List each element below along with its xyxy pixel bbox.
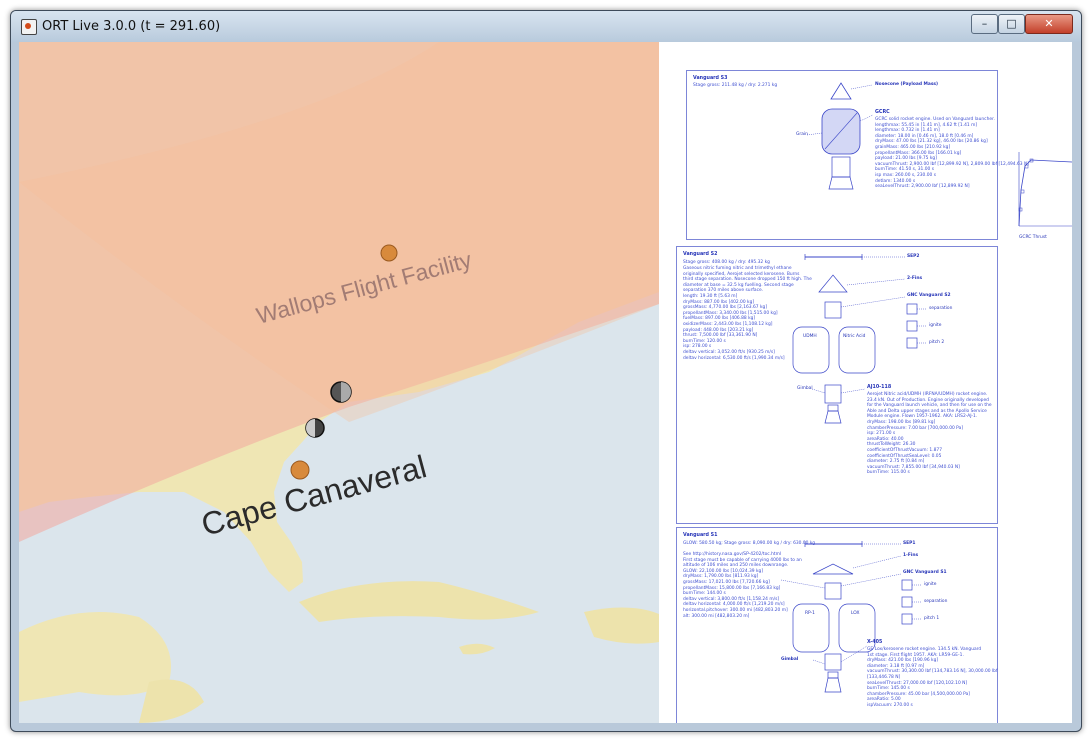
gcrc-specs: GCRC solid rocket engine. Used on Vangua… (875, 117, 1029, 190)
stage-2-panel[interactable]: Vanguard S2 Stage gross: 408.00 kg / dry… (676, 246, 998, 524)
content-area: Wallops Flight Facility Cape Canaveral V… (19, 42, 1072, 723)
title-bar[interactable]: ORT Live 3.0.0 (t = 291.60) – □ ✕ (11, 11, 1081, 42)
stage-2-drawing (792, 254, 927, 424)
gcrc-title: GCRC (875, 110, 890, 115)
app-window: ORT Live 3.0.0 (t = 291.60) – □ ✕ Wallop… (10, 10, 1082, 732)
s1-ignite-label: ignite (924, 582, 937, 587)
gcrc-thrust-label: GCRC Thrust (1019, 235, 1047, 240)
s2-ignite-label: ignite (929, 323, 942, 328)
x405-title: X-405 (867, 640, 883, 645)
s1-gimbal-label: Gimbal (781, 657, 799, 662)
gnc-s2-label: GNC Vanguard S2 (907, 293, 951, 298)
stage-diagram-pane[interactable]: Vanguard S3 Stage gross: 211.48 kg / dry… (659, 42, 1072, 723)
s1-separation-label: separation (924, 599, 948, 604)
cape-canaveral-marker[interactable] (290, 460, 310, 480)
sep1-label: SEP1 (903, 541, 916, 546)
lox-tank-label: LOX (851, 611, 860, 616)
map-view[interactable]: Wallops Flight Facility Cape Canaveral (19, 42, 659, 723)
sep2-label: SEP2 (907, 254, 920, 259)
aj10-specs: Aerojet Nitric acid/UDMH (IRFNA/UDMH) ro… (867, 392, 992, 476)
fins-1-label: 1-Fins (903, 553, 919, 558)
s2-gimbal-label: Gimbal (797, 386, 813, 391)
stage-3-panel[interactable]: Vanguard S3 Stage gross: 211.48 kg / dry… (686, 70, 1029, 240)
grain-label: Grain (796, 132, 808, 137)
udmh-tank-label: UDMH (803, 334, 817, 339)
stage-1-panel[interactable]: Vanguard S1 GLOW: 580.50 kg; Stage gross… (676, 527, 998, 723)
close-button[interactable]: ✕ (1025, 14, 1073, 34)
s2-pitch-label: pitch 2 (929, 340, 945, 345)
fins-2-label: 2-Fins (907, 276, 923, 281)
s1-pitch-label: pitch 1 (924, 616, 940, 621)
rp1-tank-label: RP-1 (805, 611, 815, 616)
maximize-button[interactable]: □ (998, 14, 1025, 34)
wallops-marker[interactable] (380, 244, 398, 262)
window-title: ORT Live 3.0.0 (t = 291.60) (42, 19, 221, 34)
nosecone-label: Nosecone (Payload Mass) (875, 82, 939, 87)
s2-separation-label: separation (929, 306, 953, 311)
minimize-button[interactable]: – (971, 14, 998, 34)
x405-specs: GE Lox/kerosene rocket engine. 134.5 kN.… (867, 647, 998, 708)
java-app-icon (21, 19, 37, 35)
nitric-acid-tank-label: Nitric Acid (843, 334, 866, 339)
gcrc-thrust-chart (1018, 152, 1072, 227)
aj10-title: AJ10-118 (867, 385, 892, 390)
gnc-s1-label: GNC Vanguard S1 (903, 570, 947, 575)
map-canvas[interactable]: Wallops Flight Facility Cape Canaveral (19, 42, 659, 723)
